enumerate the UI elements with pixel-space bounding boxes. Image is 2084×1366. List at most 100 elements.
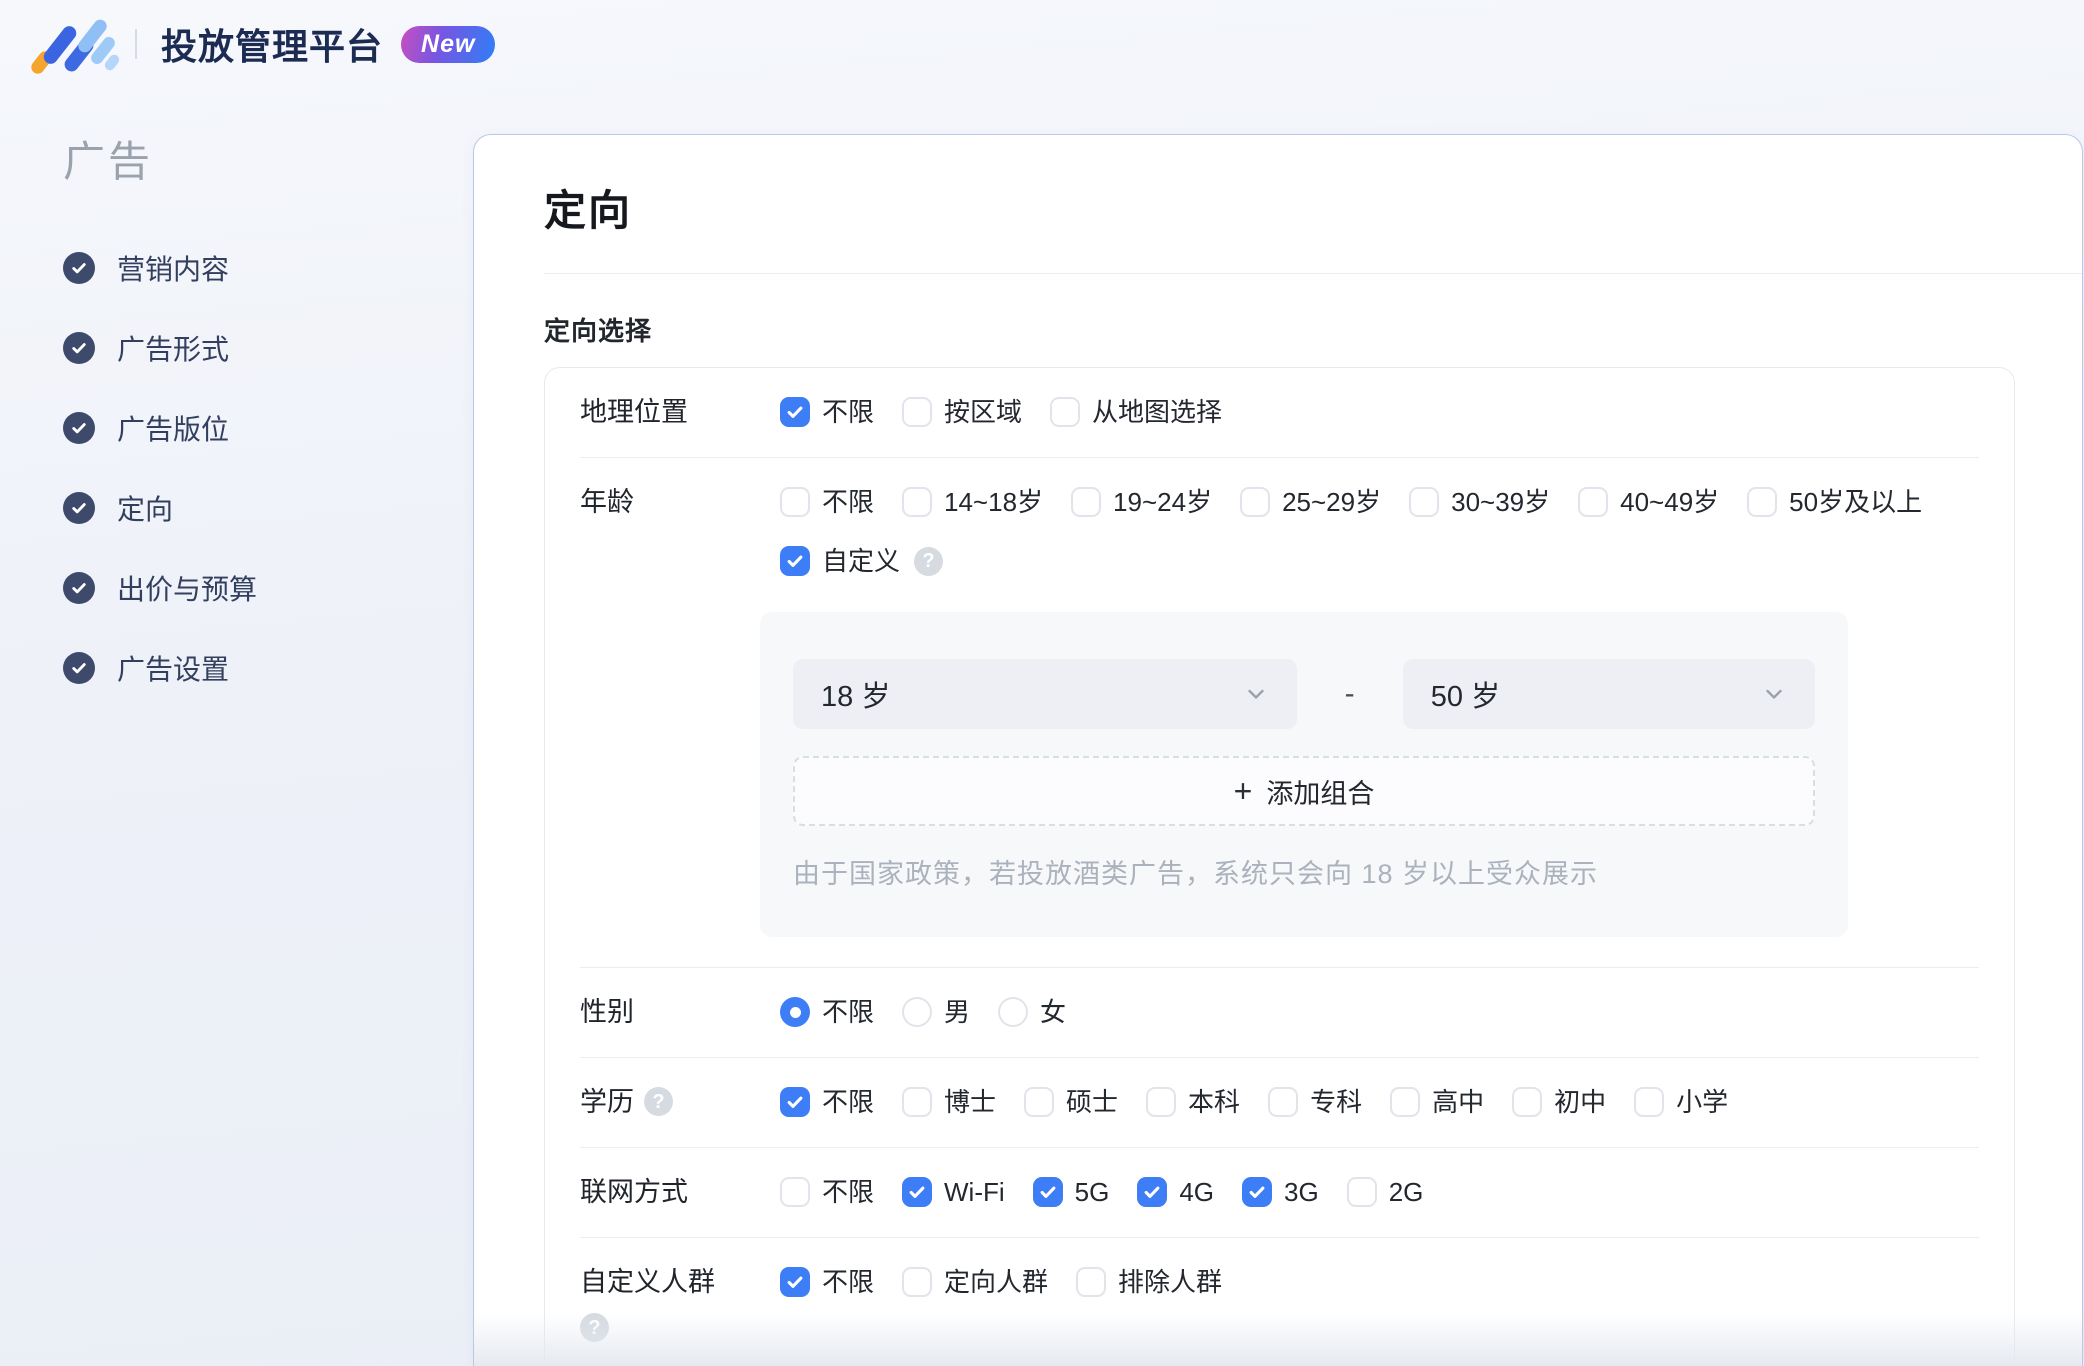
radio-unchecked[interactable] (902, 997, 933, 1027)
education-option-0[interactable]: 不限 (780, 1087, 874, 1117)
age-option-4[interactable]: 30~39岁 (1409, 487, 1550, 517)
audience-option-2[interactable]: 排除人群 (1076, 1267, 1222, 1297)
network-option-4[interactable]: 3G (1242, 1177, 1319, 1207)
checkbox-unchecked[interactable] (780, 487, 810, 517)
sidebar-item-3[interactable]: 广告版位 (63, 412, 473, 445)
checkbox-checked[interactable] (780, 1267, 810, 1297)
checkbox-unchecked[interactable] (1578, 487, 1609, 517)
checkbox-unchecked[interactable] (902, 1087, 933, 1117)
education-option-3[interactable]: 本科 (1146, 1087, 1240, 1117)
age-option-2[interactable]: 19~24岁 (1071, 487, 1212, 517)
sidebar-item-label: 营销内容 (117, 254, 230, 285)
age-min-select[interactable]: 18 岁 (793, 659, 1297, 729)
option-label: 自定义 (822, 546, 901, 576)
education-option-4[interactable]: 专科 (1268, 1087, 1362, 1117)
education-option-1[interactable]: 博士 (902, 1087, 996, 1117)
checkbox-unchecked[interactable] (1268, 1087, 1299, 1117)
check-icon (72, 343, 86, 354)
help-icon[interactable]: ? (914, 546, 944, 576)
age-option-6[interactable]: 50岁及以上 (1747, 487, 1922, 517)
checkbox-checked[interactable] (1242, 1177, 1273, 1207)
sidebar-item-4[interactable]: 定向 (63, 492, 473, 525)
age-option-custom-0[interactable]: 自定义? (780, 546, 944, 576)
checkbox-unchecked[interactable] (1146, 1087, 1177, 1117)
radio-checked[interactable] (780, 997, 810, 1027)
audience-option-0[interactable]: 不限 (780, 1267, 874, 1297)
add-combination-button[interactable]: + 添加组合 (793, 756, 1815, 826)
option-label: 19~24岁 (1113, 487, 1213, 517)
row-label-text: 学历 (580, 1087, 634, 1117)
option-label: 本科 (1188, 1087, 1241, 1117)
help-icon[interactable]: ? (580, 1313, 609, 1342)
check-icon (1249, 1186, 1265, 1198)
option-group: 不限 14~18岁 19~24岁 25~29岁 30~39岁 40~49岁 50岁及以上 (780, 487, 1979, 517)
checkbox-checked[interactable] (902, 1177, 933, 1207)
help-icon[interactable]: ? (644, 1087, 673, 1116)
checkbox-unchecked[interactable] (1747, 487, 1778, 517)
location-option-1[interactable]: 按区域 (902, 397, 1022, 427)
checkbox-unchecked[interactable] (1076, 1267, 1107, 1297)
checkbox-unchecked[interactable] (1240, 487, 1271, 517)
checkbox-unchecked[interactable] (1409, 487, 1440, 517)
step-done-icon (63, 412, 95, 444)
age-range-selects: 18 岁 - 50 岁 (793, 659, 1816, 729)
step-done-icon (63, 572, 95, 604)
checkbox-unchecked[interactable] (1346, 1177, 1377, 1207)
checkbox-unchecked[interactable] (1634, 1087, 1665, 1117)
network-option-0[interactable]: 不限 (780, 1177, 874, 1207)
checkbox-unchecked[interactable] (902, 487, 933, 517)
sidebar-item-label: 定向 (117, 494, 174, 525)
check-icon (1040, 1186, 1056, 1198)
age-range-panel: 18 岁 - 50 岁 + 添加组合 由于国家政策，若投放酒类广告，系统只会向 18 岁以… (760, 612, 1848, 937)
option-label: 不限 (822, 397, 875, 427)
row-label-age: 年龄 (580, 487, 780, 517)
checkbox-checked[interactable] (1137, 1177, 1168, 1207)
age-option-5[interactable]: 40~49岁 (1578, 487, 1719, 517)
check-icon (72, 663, 86, 674)
location-option-2[interactable]: 从地图选择 (1050, 397, 1222, 427)
sidebar-item-6[interactable]: 广告设置 (63, 652, 473, 685)
age-max-select[interactable]: 50 岁 (1402, 659, 1816, 729)
option-group: 不限 定向人群 排除人群 (780, 1267, 1979, 1297)
sidebar-item-5[interactable]: 出价与预算 (63, 572, 473, 605)
row-label-text: 性别 (580, 997, 634, 1027)
option-label: 14~18岁 (944, 487, 1044, 517)
checkbox-unchecked[interactable] (902, 397, 933, 427)
checkbox-checked[interactable] (1032, 1177, 1063, 1207)
audience-option-1[interactable]: 定向人群 (902, 1267, 1048, 1297)
age-option-3[interactable]: 25~29岁 (1240, 487, 1381, 517)
sidebar-item-1[interactable]: 营销内容 (63, 252, 473, 285)
option-label: 50岁及以上 (1789, 487, 1923, 517)
age-option-1[interactable]: 14~18岁 (902, 487, 1043, 517)
location-option-0[interactable]: 不限 (780, 397, 874, 427)
radio-unchecked[interactable] (998, 997, 1029, 1027)
option-label: 博士 (944, 1087, 997, 1117)
education-option-2[interactable]: 硕士 (1024, 1087, 1118, 1117)
network-option-2[interactable]: 5G (1032, 1177, 1109, 1207)
gender-option-0[interactable]: 不限 (780, 997, 874, 1027)
education-option-6[interactable]: 初中 (1512, 1087, 1606, 1117)
sidebar-item-2[interactable]: 广告形式 (63, 332, 473, 365)
checkbox-checked[interactable] (780, 397, 810, 427)
age-option-0[interactable]: 不限 (780, 487, 874, 517)
education-option-5[interactable]: 高中 (1390, 1087, 1484, 1117)
checkbox-unchecked[interactable] (1024, 1087, 1055, 1117)
network-option-1[interactable]: Wi-Fi (902, 1177, 1005, 1207)
gender-option-2[interactable]: 女 (998, 997, 1066, 1027)
check-icon (909, 1186, 925, 1198)
checkbox-unchecked[interactable] (780, 1177, 810, 1207)
checkbox-unchecked[interactable] (1050, 397, 1081, 427)
checkbox-unchecked[interactable] (1512, 1087, 1543, 1117)
education-option-7[interactable]: 小学 (1634, 1087, 1728, 1117)
option-group-custom: 自定义? (780, 546, 1979, 576)
checkbox-checked[interactable] (780, 1087, 810, 1117)
network-option-5[interactable]: 2G (1346, 1177, 1423, 1207)
option-label: 30~39岁 (1451, 487, 1551, 517)
checkbox-unchecked[interactable] (902, 1267, 933, 1297)
network-option-3[interactable]: 4G (1137, 1177, 1214, 1207)
checkbox-unchecked[interactable] (1390, 1087, 1421, 1117)
checkbox-checked[interactable] (780, 546, 810, 576)
check-icon (787, 1096, 803, 1108)
checkbox-unchecked[interactable] (1071, 487, 1102, 517)
gender-option-1[interactable]: 男 (902, 997, 970, 1027)
